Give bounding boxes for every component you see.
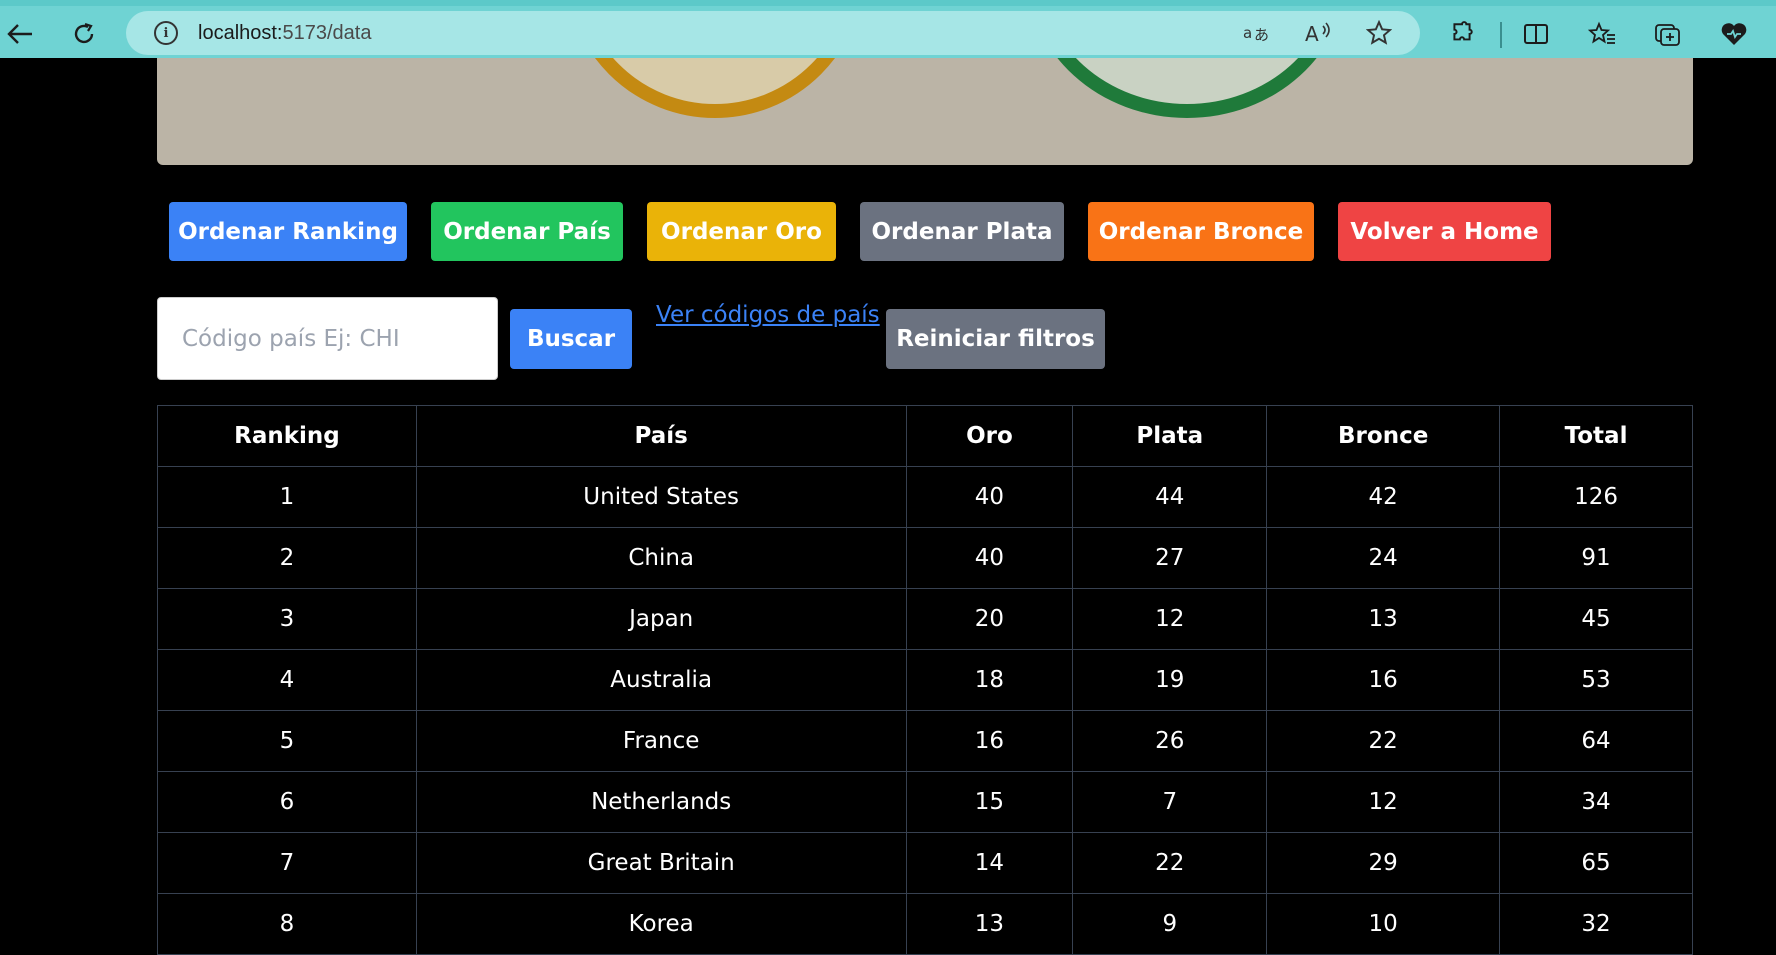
cell-country: Japan [415, 588, 907, 650]
table-row: 7 Great Britain 14 22 29 65 [157, 832, 1693, 894]
back-arrow-icon[interactable] [0, 14, 40, 54]
green-medal-graphic [1027, 58, 1347, 118]
header-silver: Plata [1072, 405, 1268, 467]
cell-ranking: 5 [157, 710, 417, 772]
sort-silver-button[interactable]: Ordenar Plata [860, 202, 1064, 261]
cell-silver: 7 [1072, 771, 1268, 833]
refresh-icon[interactable] [64, 14, 104, 54]
table-row: 6 Netherlands 15 7 12 34 [157, 771, 1693, 833]
cell-country: United States [415, 466, 907, 528]
gold-medal-graphic [565, 58, 865, 118]
cell-total: 126 [1499, 466, 1693, 528]
country-code-input[interactable] [157, 297, 498, 380]
cell-silver: 9 [1072, 893, 1268, 955]
reset-filters-button[interactable]: Reiniciar filtros [886, 309, 1105, 369]
cell-gold: 40 [905, 466, 1074, 528]
cell-gold: 16 [905, 710, 1074, 772]
cell-gold: 15 [905, 771, 1074, 833]
table-row: 1 United States 40 44 42 126 [157, 466, 1693, 528]
banner-image [157, 58, 1693, 165]
star-icon[interactable] [1364, 19, 1394, 47]
cell-bronze: 10 [1266, 893, 1501, 955]
header-gold: Oro [905, 405, 1074, 467]
cell-country: Korea [415, 893, 907, 955]
cell-silver: 19 [1072, 649, 1268, 711]
country-codes-link[interactable]: Ver códigos de país [656, 302, 880, 328]
cell-total: 45 [1499, 588, 1693, 650]
cell-silver: 27 [1072, 527, 1268, 589]
cell-bronze: 42 [1266, 466, 1501, 528]
browser-toolbar: i localhost:5173/data aあ A [0, 0, 1776, 58]
cell-total: 64 [1499, 710, 1693, 772]
cell-total: 53 [1499, 649, 1693, 711]
cell-country: Netherlands [415, 771, 907, 833]
collections-icon[interactable] [1650, 16, 1686, 52]
cell-country: Australia [415, 649, 907, 711]
cell-bronze: 22 [1266, 710, 1501, 772]
cell-total: 34 [1499, 771, 1693, 833]
back-home-button[interactable]: Volver a Home [1338, 202, 1551, 261]
cell-gold: 14 [905, 832, 1074, 894]
table-row: 5 France 16 26 22 64 [157, 710, 1693, 772]
svg-text:A: A [1305, 22, 1319, 45]
sort-ranking-button[interactable]: Ordenar Ranking [169, 202, 407, 261]
table-row: 2 China 40 27 24 91 [157, 527, 1693, 589]
cell-bronze: 13 [1266, 588, 1501, 650]
cell-ranking: 2 [157, 527, 417, 589]
cell-country: Great Britain [415, 832, 907, 894]
svg-text:a: a [1243, 24, 1252, 42]
header-total: Total [1499, 405, 1693, 467]
cell-bronze: 29 [1266, 832, 1501, 894]
cell-total: 65 [1499, 832, 1693, 894]
cell-country: China [415, 527, 907, 589]
cell-ranking: 1 [157, 466, 417, 528]
url-path: 5173/data [282, 22, 372, 44]
url-text[interactable]: localhost:5173/data [198, 22, 371, 45]
cell-ranking: 7 [157, 832, 417, 894]
table-header-row: Ranking País Oro Plata Bronce Total [157, 405, 1693, 467]
cell-gold: 18 [905, 649, 1074, 711]
cell-silver: 12 [1072, 588, 1268, 650]
table-row: 8 Korea 13 9 10 32 [157, 893, 1693, 955]
toolbar-divider [1500, 22, 1502, 48]
header-ranking: Ranking [157, 405, 417, 467]
table-row: 3 Japan 20 12 13 45 [157, 588, 1693, 650]
cell-total: 91 [1499, 527, 1693, 589]
cell-ranking: 4 [157, 649, 417, 711]
url-host: localhost: [198, 22, 283, 44]
cell-gold: 20 [905, 588, 1074, 650]
medal-table: Ranking País Oro Plata Bronce Total 1 Un… [157, 405, 1693, 955]
browser-essentials-icon[interactable] [1716, 16, 1752, 52]
sort-country-button[interactable]: Ordenar País [431, 202, 623, 261]
table-row: 4 Australia 18 19 16 53 [157, 649, 1693, 711]
cell-total: 32 [1499, 893, 1693, 955]
sort-bronze-button[interactable]: Ordenar Bronce [1088, 202, 1314, 261]
header-country: País [415, 405, 907, 467]
cell-gold: 40 [905, 527, 1074, 589]
read-aloud-icon[interactable]: A [1304, 19, 1334, 47]
split-screen-icon[interactable] [1518, 16, 1554, 52]
cell-silver: 22 [1072, 832, 1268, 894]
search-button[interactable]: Buscar [510, 309, 632, 369]
cell-bronze: 16 [1266, 649, 1501, 711]
favorites-icon[interactable] [1584, 16, 1620, 52]
svg-text:あ: あ [1254, 26, 1269, 44]
cell-ranking: 3 [157, 588, 417, 650]
cell-bronze: 24 [1266, 527, 1501, 589]
cell-ranking: 8 [157, 893, 417, 955]
cell-silver: 26 [1072, 710, 1268, 772]
cell-gold: 13 [905, 893, 1074, 955]
header-bronze: Bronce [1266, 405, 1501, 467]
info-icon[interactable]: i [154, 21, 178, 45]
cell-country: France [415, 710, 907, 772]
translate-icon[interactable]: aあ [1242, 19, 1272, 47]
extensions-icon[interactable] [1444, 16, 1480, 52]
address-bar[interactable]: i localhost:5173/data aあ A [126, 11, 1420, 55]
cell-ranking: 6 [157, 771, 417, 833]
cell-bronze: 12 [1266, 771, 1501, 833]
cell-silver: 44 [1072, 466, 1268, 528]
sort-gold-button[interactable]: Ordenar Oro [647, 202, 836, 261]
